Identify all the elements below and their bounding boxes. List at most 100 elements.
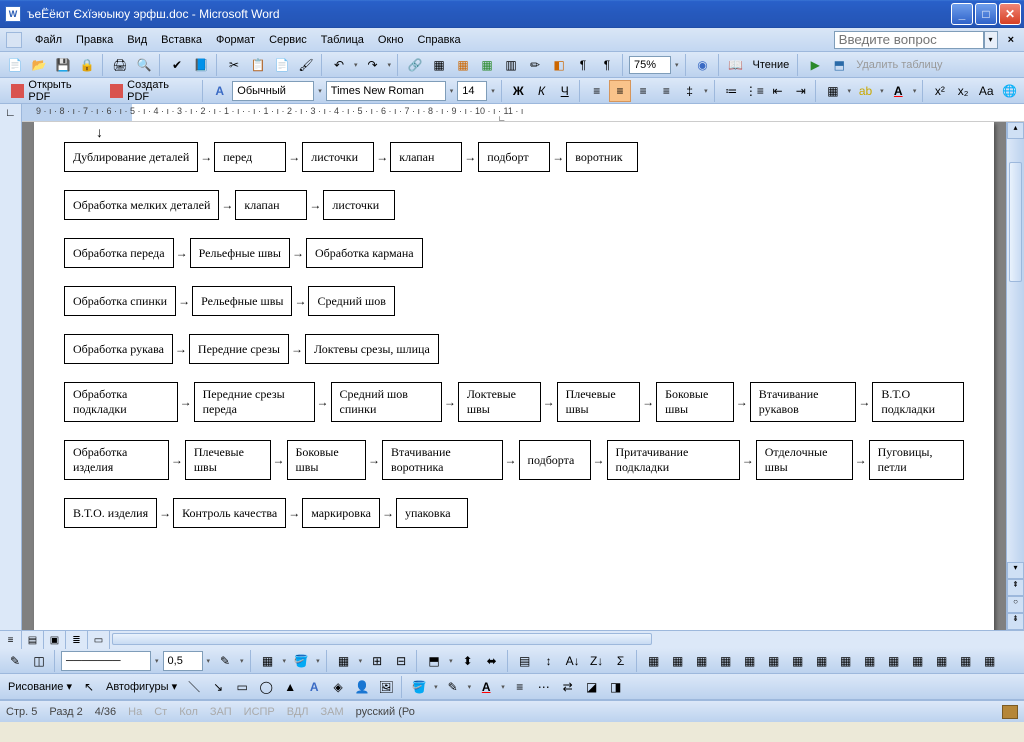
justify-icon[interactable]: ≡ bbox=[656, 80, 677, 102]
dash-style-icon[interactable]: ⋯ bbox=[533, 676, 555, 698]
reading-view-icon[interactable]: ▭ bbox=[88, 631, 110, 649]
draw-table-icon[interactable]: ✎ bbox=[4, 650, 26, 672]
flow-box[interactable]: Плечевые швы bbox=[557, 382, 641, 422]
line-color-icon[interactable]: ✎ bbox=[442, 676, 464, 698]
browse-object-icon[interactable]: ○ bbox=[1007, 596, 1024, 613]
excel-icon[interactable]: ▦ bbox=[476, 54, 498, 76]
print-layout-icon[interactable]: ▣ bbox=[44, 631, 66, 649]
horizontal-scrollbar[interactable] bbox=[110, 631, 1024, 648]
flow-box[interactable]: Обработка спинки bbox=[64, 286, 176, 316]
distribute-rows-icon[interactable]: ⬍ bbox=[457, 650, 479, 672]
scroll-down-icon[interactable]: ▾ bbox=[1007, 562, 1024, 579]
line-style-icon[interactable]: ≡ bbox=[509, 676, 531, 698]
merge-cells-icon[interactable]: ⊞ bbox=[366, 650, 388, 672]
line-style-combo[interactable]: ─────── bbox=[61, 651, 151, 671]
language-icon[interactable]: 🌐 bbox=[999, 80, 1020, 102]
open-pdf-button[interactable]: Открыть PDF bbox=[4, 76, 101, 106]
scroll-up-icon[interactable]: ▴ bbox=[1007, 122, 1024, 139]
zoom-combo[interactable]: 75% bbox=[629, 56, 671, 74]
numbered-list-icon[interactable]: ≔ bbox=[721, 80, 742, 102]
align-left-icon[interactable]: ≡ bbox=[586, 80, 607, 102]
table-autoformat-icon[interactable]: ▤ bbox=[514, 650, 536, 672]
format-painter-icon[interactable]: 🖌 bbox=[295, 54, 317, 76]
flow-box[interactable]: воротник bbox=[566, 142, 638, 172]
flow-box[interactable]: клапан bbox=[390, 142, 462, 172]
help-search-input[interactable] bbox=[834, 31, 984, 49]
font-combo[interactable]: Times New Roman bbox=[326, 81, 446, 101]
flow-box[interactable]: листочки bbox=[302, 142, 374, 172]
tb-icon[interactable]: ▦ bbox=[883, 650, 905, 672]
tb-icon[interactable]: ▦ bbox=[715, 650, 737, 672]
tb-icon[interactable]: ▦ bbox=[691, 650, 713, 672]
flow-box[interactable]: Передние срезы bbox=[189, 334, 289, 364]
autoshapes-label[interactable]: Автофигуры ▾ bbox=[102, 680, 181, 693]
align-right-icon[interactable]: ≡ bbox=[633, 80, 654, 102]
sort-asc-icon[interactable]: A↓ bbox=[562, 650, 584, 672]
minimize-button[interactable]: _ bbox=[951, 3, 973, 25]
insert-table-icon[interactable]: ▦ bbox=[333, 650, 355, 672]
play-icon[interactable]: ▶ bbox=[804, 54, 826, 76]
horizontal-ruler[interactable]: ∟ 9 · ı · 8 · ı · 7 · ı · 6 · ı · 5 · ı … bbox=[0, 104, 1024, 122]
decrease-indent-icon[interactable]: ⇤ bbox=[767, 80, 788, 102]
tb-icon[interactable]: ▦ bbox=[787, 650, 809, 672]
delete-table-icon[interactable]: ⬒ bbox=[828, 54, 850, 76]
font-size-combo[interactable]: 14 bbox=[457, 81, 487, 101]
help-icon[interactable]: ◉ bbox=[692, 54, 714, 76]
next-page-icon[interactable]: ⇟ bbox=[1007, 613, 1024, 630]
columns-icon[interactable]: ▥ bbox=[500, 54, 522, 76]
reading-layout-icon[interactable]: 📖 bbox=[725, 54, 747, 76]
menu-table[interactable]: Таблица bbox=[314, 31, 371, 49]
permission-icon[interactable]: 🔒 bbox=[76, 54, 98, 76]
line-spacing-icon[interactable]: ‡ bbox=[679, 80, 700, 102]
text-direction-icon[interactable]: ↕ bbox=[538, 650, 560, 672]
tb-icon[interactable]: ▦ bbox=[739, 650, 761, 672]
flow-box[interactable]: Локтевые швы bbox=[458, 382, 541, 422]
scroll-thumb[interactable] bbox=[1009, 162, 1022, 282]
print-preview-icon[interactable]: 🔍 bbox=[133, 54, 155, 76]
borders-icon[interactable]: ▦ bbox=[822, 80, 843, 102]
print-icon[interactable]: 🖨 bbox=[109, 54, 131, 76]
tab-selector[interactable]: ∟ bbox=[0, 104, 22, 122]
wordart-icon[interactable]: A bbox=[303, 676, 325, 698]
flow-box[interactable]: Отделочные швы bbox=[756, 440, 853, 480]
drawing-label[interactable]: Рисование ▾ bbox=[4, 680, 76, 693]
tab-stop-icon[interactable]: ∟ bbox=[498, 114, 506, 121]
flow-box[interactable]: Обработка изделия bbox=[64, 440, 169, 480]
show-marks-icon[interactable]: ¶ bbox=[572, 54, 594, 76]
flow-box[interactable]: Дублирование деталей bbox=[64, 142, 198, 172]
tb-icon[interactable]: ▦ bbox=[667, 650, 689, 672]
oval-icon[interactable]: ◯ bbox=[255, 676, 277, 698]
menu-view[interactable]: Вид bbox=[120, 31, 154, 49]
zoom-dropdown[interactable]: ▾ bbox=[673, 61, 681, 69]
sort-desc-icon[interactable]: Z↓ bbox=[586, 650, 608, 672]
open-icon[interactable]: 📂 bbox=[28, 54, 50, 76]
superscript-icon[interactable]: x² bbox=[929, 80, 950, 102]
flow-box[interactable]: Обработка мелких деталей bbox=[64, 190, 219, 220]
font-color-icon[interactable]: A bbox=[888, 80, 909, 102]
flow-box[interactable]: Боковые швы bbox=[656, 382, 734, 422]
highlight-icon[interactable]: ab bbox=[855, 80, 876, 102]
line-weight-combo[interactable]: 0,5 bbox=[163, 651, 203, 671]
flow-box[interactable]: Обработка кармана bbox=[306, 238, 423, 268]
page-area[interactable]: ↓ Дублирование деталей перед листочки кл… bbox=[22, 122, 1006, 630]
save-icon[interactable]: 💾 bbox=[52, 54, 74, 76]
increase-indent-icon[interactable]: ⇥ bbox=[790, 80, 811, 102]
tb-icon[interactable]: ▦ bbox=[763, 650, 785, 672]
underline-icon[interactable]: Ч bbox=[554, 80, 575, 102]
tb-icon[interactable]: ▦ bbox=[643, 650, 665, 672]
copy-icon[interactable]: 📋 bbox=[247, 54, 269, 76]
line-icon[interactable]: ＼ bbox=[183, 676, 205, 698]
arrow-icon[interactable]: ↘ bbox=[207, 676, 229, 698]
spellcheck-icon[interactable]: ✔ bbox=[166, 54, 188, 76]
eraser-icon[interactable]: ◫ bbox=[28, 650, 50, 672]
tb-icon[interactable]: ▦ bbox=[979, 650, 1001, 672]
flow-box[interactable]: Втачивание рукавов bbox=[750, 382, 857, 422]
insert-table-icon[interactable]: ▦ bbox=[452, 54, 474, 76]
clipart-icon[interactable]: 👤 bbox=[351, 676, 373, 698]
flow-box[interactable]: Передние срезы переда bbox=[194, 382, 315, 422]
autosum-icon[interactable]: Σ bbox=[610, 650, 632, 672]
flow-box[interactable]: Обработка подкладки bbox=[64, 382, 178, 422]
shadow-icon[interactable]: ◪ bbox=[581, 676, 603, 698]
flow-box[interactable]: Контроль качества bbox=[173, 498, 286, 528]
prev-page-icon[interactable]: ⇞ bbox=[1007, 579, 1024, 596]
